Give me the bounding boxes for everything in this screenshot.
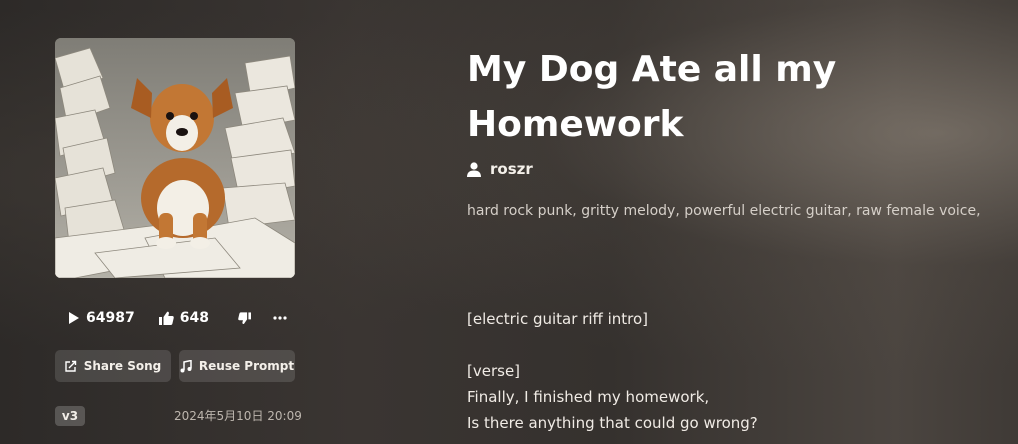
song-stats-row: 64987 648 — [68, 308, 287, 328]
lyrics-line: [verse] — [467, 362, 521, 380]
reuse-prompt-label: Reuse Prompt — [198, 359, 295, 373]
song-title: My Dog Ate all my Homework — [467, 49, 837, 145]
song-cover-image[interactable] — [55, 38, 295, 278]
like-count-value: 648 — [179, 310, 209, 326]
more-icon — [273, 316, 287, 320]
like-button[interactable]: 648 — [158, 310, 209, 326]
artist-link[interactable]: roszr — [467, 160, 533, 178]
lyrics-line: Finally, I finished my homework, — [467, 388, 710, 406]
share-icon — [65, 360, 76, 372]
music-note-icon — [180, 359, 192, 372]
lyrics-block: [electric guitar riff intro] [verse] Fin… — [467, 306, 758, 436]
play-icon — [69, 312, 79, 324]
version-badge: v3 — [55, 406, 85, 426]
user-icon — [467, 161, 481, 177]
style-tags: hard rock punk, gritty melody, powerful … — [467, 203, 981, 219]
play-count[interactable]: 64987 — [68, 310, 135, 326]
thumbs-down-icon — [238, 311, 251, 324]
share-song-label: Share Song — [83, 359, 162, 373]
share-song-button[interactable]: Share Song — [55, 350, 171, 382]
more-options-button[interactable] — [273, 316, 287, 320]
thumbs-up-icon — [158, 311, 174, 325]
lyrics-line: [electric guitar riff intro] — [467, 310, 649, 328]
reuse-prompt-button[interactable]: Reuse Prompt — [179, 350, 295, 382]
lyrics-line: Is there anything that could go wrong? — [467, 414, 758, 432]
artist-name: roszr — [490, 160, 533, 178]
created-date: 2024年5月10日 20:09 — [174, 409, 302, 423]
dislike-button[interactable] — [238, 311, 251, 325]
play-count-value: 64987 — [86, 310, 135, 326]
